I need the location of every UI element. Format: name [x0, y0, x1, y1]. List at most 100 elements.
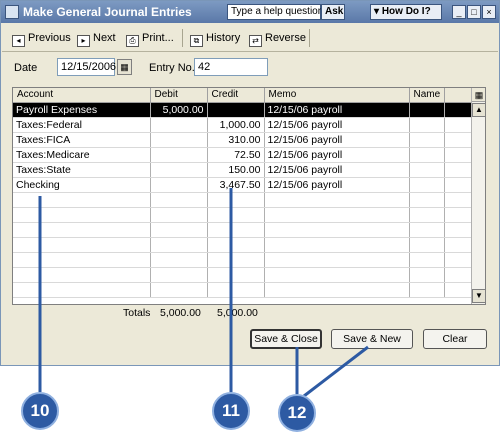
table-row[interactable] — [13, 267, 472, 283]
cell-name[interactable] — [409, 267, 445, 283]
scroll-down-icon[interactable]: ▼ — [472, 289, 485, 303]
cell-debit[interactable] — [150, 147, 208, 163]
column-settings-icon[interactable]: ▦ — [472, 88, 485, 102]
cell-debit[interactable] — [150, 162, 208, 178]
cell-debit[interactable] — [150, 267, 208, 283]
cell-memo[interactable]: 12/15/06 payroll — [264, 147, 410, 163]
reverse-button[interactable]: ⇄ Reverse — [249, 30, 306, 47]
how-do-i-button[interactable]: ▾ How Do I? — [370, 4, 442, 20]
cell-credit[interactable]: 150.00 — [207, 162, 265, 178]
previous-button[interactable]: ◂ Previous — [12, 30, 71, 47]
table-row[interactable]: Taxes:FICA 310.00 12/15/06 payroll — [13, 132, 472, 148]
cell-credit[interactable] — [207, 192, 265, 208]
cell-credit[interactable]: 72.50 — [207, 147, 265, 163]
cell-account[interactable] — [13, 222, 151, 238]
table-row[interactable] — [13, 192, 472, 208]
table-row[interactable]: Taxes:Medicare 72.50 12/15/06 payroll — [13, 147, 472, 163]
cell-credit[interactable] — [207, 222, 265, 238]
maximize-icon[interactable]: □ — [467, 5, 481, 19]
cell-memo[interactable] — [264, 252, 410, 268]
table-row[interactable] — [13, 237, 472, 253]
cell-account[interactable] — [13, 207, 151, 223]
cell-name[interactable] — [409, 102, 445, 118]
scroll-up-icon[interactable]: ▲ — [472, 103, 485, 117]
cell-debit[interactable] — [150, 282, 208, 298]
cell-name[interactable] — [409, 177, 445, 193]
cell-credit[interactable] — [207, 252, 265, 268]
cell-memo[interactable] — [264, 207, 410, 223]
cell-name[interactable] — [409, 117, 445, 133]
save-close-button[interactable]: Save & Close — [250, 329, 322, 349]
cell-debit[interactable] — [150, 237, 208, 253]
table-row[interactable]: Taxes:Federal 1,000.00 12/15/06 payroll — [13, 117, 472, 133]
cell-memo[interactable] — [264, 237, 410, 253]
cell-name[interactable] — [409, 207, 445, 223]
cell-memo[interactable] — [264, 192, 410, 208]
cell-account[interactable]: Taxes:Medicare — [13, 147, 151, 163]
ask-button[interactable]: Ask — [321, 4, 345, 20]
cell-debit[interactable] — [150, 117, 208, 133]
cell-memo[interactable] — [264, 267, 410, 283]
cell-debit[interactable] — [150, 192, 208, 208]
cell-debit[interactable] — [150, 177, 208, 193]
table-row[interactable] — [13, 282, 472, 298]
cell-account[interactable] — [13, 267, 151, 283]
cell-credit[interactable]: 3,467.50 — [207, 177, 265, 193]
cell-credit[interactable]: 310.00 — [207, 132, 265, 148]
table-row[interactable] — [13, 222, 472, 238]
save-new-button[interactable]: Save & New — [331, 329, 413, 349]
cell-name[interactable] — [409, 162, 445, 178]
cell-account[interactable]: Payroll Expenses — [13, 102, 151, 118]
close-icon[interactable]: × — [482, 5, 496, 19]
cell-debit[interactable] — [150, 207, 208, 223]
cell-debit[interactable] — [150, 222, 208, 238]
cell-account[interactable] — [13, 252, 151, 268]
cell-account[interactable] — [13, 282, 151, 298]
cell-name[interactable] — [409, 282, 445, 298]
cell-memo[interactable]: 12/15/06 payroll — [264, 102, 410, 118]
cell-memo[interactable] — [264, 222, 410, 238]
table-row[interactable]: Payroll Expenses 5,000.00 12/15/06 payroll — [13, 102, 472, 118]
cell-account[interactable]: Taxes:State — [13, 162, 151, 178]
cell-name[interactable] — [409, 147, 445, 163]
cell-name[interactable] — [409, 132, 445, 148]
column-header-memo[interactable]: Memo — [264, 88, 410, 103]
calendar-icon[interactable]: ▦ — [117, 59, 132, 75]
cell-name[interactable] — [409, 252, 445, 268]
cell-credit[interactable] — [207, 102, 265, 118]
table-row[interactable]: Checking 3,467.50 12/15/06 payroll — [13, 177, 472, 193]
table-row[interactable]: Taxes:State 150.00 12/15/06 payroll — [13, 162, 472, 178]
cell-credit[interactable]: 1,000.00 — [207, 117, 265, 133]
next-button[interactable]: ▸ Next — [77, 30, 116, 47]
cell-account[interactable]: Taxes:FICA — [13, 132, 151, 148]
column-header-name[interactable]: Name — [409, 88, 445, 103]
cell-account[interactable] — [13, 192, 151, 208]
cell-memo[interactable]: 12/15/06 payroll — [264, 162, 410, 178]
cell-name[interactable] — [409, 222, 445, 238]
table-row[interactable] — [13, 252, 472, 268]
cell-credit[interactable] — [207, 237, 265, 253]
clear-button[interactable]: Clear — [423, 329, 487, 349]
column-header-credit[interactable]: Credit — [207, 88, 265, 103]
cell-memo[interactable]: 12/15/06 payroll — [264, 117, 410, 133]
cell-credit[interactable] — [207, 267, 265, 283]
cell-debit[interactable] — [150, 132, 208, 148]
cell-credit[interactable] — [207, 207, 265, 223]
cell-name[interactable] — [409, 192, 445, 208]
minimize-icon[interactable]: _ — [452, 5, 466, 19]
vertical-scrollbar[interactable]: ▦ ▲ ▼ — [471, 88, 485, 304]
cell-memo[interactable] — [264, 282, 410, 298]
column-header-debit[interactable]: Debit — [150, 88, 208, 103]
cell-account[interactable] — [13, 237, 151, 253]
cell-debit[interactable] — [150, 252, 208, 268]
cell-account[interactable]: Taxes:Federal — [13, 117, 151, 133]
cell-credit[interactable] — [207, 282, 265, 298]
cell-name[interactable] — [409, 237, 445, 253]
column-header-account[interactable]: Account — [13, 88, 151, 103]
history-button[interactable]: ⧉ History — [190, 30, 240, 47]
cell-memo[interactable]: 12/15/06 payroll — [264, 177, 410, 193]
cell-debit[interactable]: 5,000.00 — [150, 102, 208, 118]
cell-memo[interactable]: 12/15/06 payroll — [264, 132, 410, 148]
date-field[interactable]: 12/15/2006 — [57, 58, 116, 76]
print-button[interactable]: ⎙ Print... — [126, 30, 174, 47]
